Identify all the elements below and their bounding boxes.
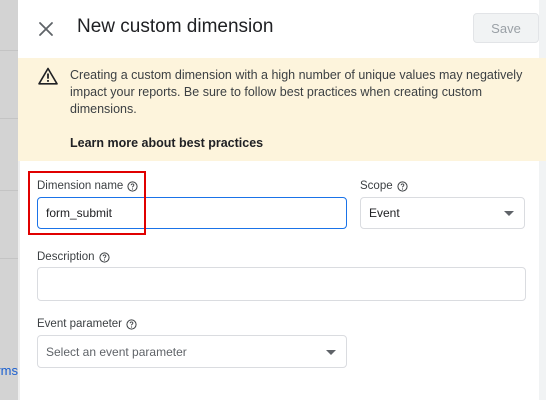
close-icon [39, 22, 53, 36]
background-divider [0, 190, 18, 191]
highlight-box [28, 171, 146, 235]
event-parameter-label-text: Event parameter [37, 318, 123, 330]
warning-message: Creating a custom dimension with a high … [70, 68, 523, 116]
dropdown-arrow-icon [326, 349, 336, 355]
scope-select[interactable]: Event [360, 197, 525, 229]
background-link-text: orms [0, 363, 18, 378]
scope-value: Event [369, 206, 400, 220]
description-label-text: Description [37, 251, 95, 263]
help-icon[interactable] [126, 318, 137, 330]
event-parameter-select[interactable]: Select an event parameter [37, 335, 347, 368]
background-divider [0, 118, 18, 119]
description-input[interactable] [37, 267, 526, 301]
background-divider [0, 258, 18, 259]
background-page [0, 0, 18, 400]
dropdown-arrow-icon [504, 211, 514, 216]
help-icon[interactable] [397, 180, 408, 192]
page-title: New custom dimension [77, 16, 274, 37]
event-parameter-placeholder: Select an event parameter [46, 344, 187, 359]
save-button[interactable]: Save [473, 13, 539, 43]
event-parameter-label: Event parameter [37, 318, 137, 330]
scope-label: Scope [360, 180, 408, 192]
help-icon[interactable] [98, 251, 110, 263]
warning-icon [38, 67, 58, 85]
description-label: Description [37, 251, 110, 263]
background-divider [0, 50, 18, 51]
best-practices-link[interactable]: Learn more about best practices [70, 136, 263, 150]
scope-label-text: Scope [360, 180, 393, 192]
close-button[interactable] [36, 19, 56, 39]
